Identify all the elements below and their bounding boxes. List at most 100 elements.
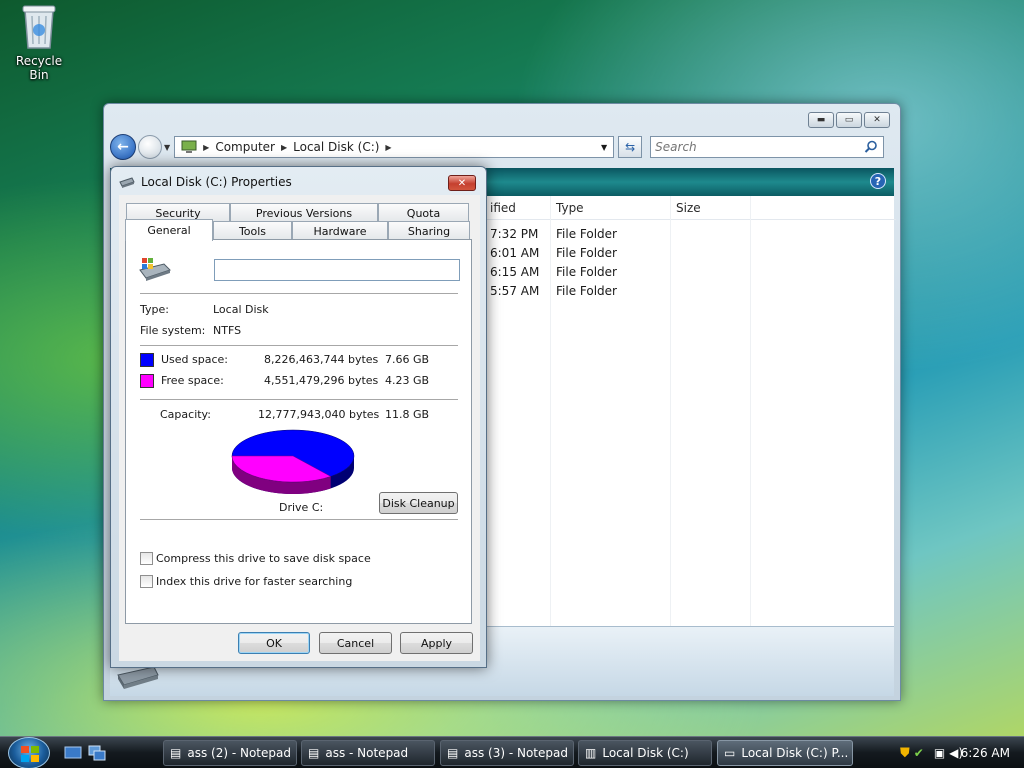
- forward-button[interactable]: [138, 135, 162, 159]
- close-icon: ✕: [457, 177, 467, 189]
- taskbar-item-local-disk-properties[interactable]: ▭ Local Disk (C:) P...: [717, 740, 853, 766]
- maximize-button[interactable]: ▭: [836, 112, 862, 128]
- search-box[interactable]: [650, 136, 885, 158]
- drive-icon: ▭: [724, 746, 736, 760]
- row-modified: 7:32 PM: [490, 226, 539, 241]
- back-arrow-icon: ←: [117, 139, 129, 155]
- taskbar-item-label: Local Disk (C:) P...: [741, 746, 849, 760]
- taskbar-item-label: ass (2) - Notepad: [187, 746, 291, 760]
- column-separator: [550, 196, 551, 626]
- tab-previous-versions[interactable]: Previous Versions: [230, 203, 378, 222]
- apply-button[interactable]: Apply: [400, 632, 473, 654]
- capacity-label: Capacity:: [160, 408, 211, 421]
- tab-general[interactable]: General: [125, 219, 213, 241]
- taskbar-item-notepad[interactable]: ▤ ass - Notepad: [301, 740, 435, 766]
- tab-hardware[interactable]: Hardware: [292, 221, 388, 240]
- taskbar-item-label: ass (3) - Notepad: [464, 746, 568, 760]
- column-type[interactable]: Type: [550, 196, 670, 220]
- windows-update-icon[interactable]: ✔: [914, 746, 924, 760]
- free-space-bytes: 4,551,479,296 bytes: [264, 374, 379, 387]
- taskbar-item-notepad-3[interactable]: ▤ ass (3) - Notepad: [440, 740, 574, 766]
- dialog-titlebar: Local Disk (C:) Properties: [119, 175, 292, 189]
- start-button[interactable]: [8, 737, 50, 768]
- capacity-gb: 11.8 GB: [385, 408, 430, 421]
- search-input[interactable]: [655, 140, 856, 154]
- search-icon[interactable]: [864, 140, 878, 154]
- security-shield-icon[interactable]: ⛊: [900, 746, 910, 761]
- used-space-bytes: 8,226,463,744 bytes: [264, 353, 379, 366]
- breadcrumb-computer[interactable]: Computer: [215, 140, 275, 154]
- column-empty: [750, 196, 896, 220]
- divider: [140, 345, 458, 346]
- minimize-button[interactable]: ▬: [808, 112, 834, 128]
- computer-icon: [181, 140, 197, 153]
- network-icon[interactable]: ▣: [934, 746, 945, 760]
- column-separator: [750, 196, 751, 626]
- drive-label-input[interactable]: [214, 259, 460, 281]
- taskbar: ▤ ass (2) - Notepad ▤ ass - Notepad ▤ as…: [0, 736, 1024, 768]
- help-icon[interactable]: ?: [870, 173, 886, 189]
- window-controls: ▬ ▭ ✕: [808, 112, 890, 128]
- dialog-close-button[interactable]: ✕: [448, 175, 476, 191]
- row-modified: 5:57 AM: [490, 283, 540, 298]
- divider: [140, 399, 458, 400]
- computer-icon: ▥: [585, 746, 597, 760]
- tab-tools[interactable]: Tools: [213, 221, 292, 240]
- taskbar-item-label: Local Disk (C:): [602, 746, 689, 760]
- drive-icon: [119, 177, 135, 188]
- windows-logo-icon: [21, 746, 39, 762]
- free-space-label: Free space:: [161, 374, 224, 387]
- cancel-button[interactable]: Cancel: [319, 632, 392, 654]
- history-dropdown-icon[interactable]: ▼: [164, 143, 170, 152]
- properties-dialog[interactable]: Local Disk (C:) Properties ✕ Security Pr…: [110, 166, 487, 668]
- navigation-bar: ← ▼ ▶ Computer ▶ Local Disk (C:) ▶ ▼ ⇆: [110, 132, 894, 162]
- file-system-value: NTFS: [213, 324, 242, 337]
- used-space-swatch: [140, 353, 154, 367]
- disk-cleanup-button[interactable]: Disk Cleanup: [379, 492, 458, 514]
- recycle-bin-icon: [22, 5, 56, 49]
- refresh-button[interactable]: ⇆: [618, 136, 643, 158]
- column-date-modified[interactable]: ified: [484, 196, 550, 220]
- dialog-body: Security Previous Versions Quota General…: [119, 195, 480, 661]
- divider: [140, 519, 458, 520]
- compress-drive-label[interactable]: Compress this drive to save disk space: [156, 552, 371, 565]
- used-space-gb: 7.66 GB: [385, 353, 430, 366]
- column-size[interactable]: Size: [670, 196, 750, 220]
- column-separator: [670, 196, 671, 626]
- show-desktop-icon[interactable]: [64, 745, 82, 761]
- recycle-bin-desktop-icon[interactable]: Recycle Bin: [6, 2, 72, 82]
- taskbar-item-notepad-2[interactable]: ▤ ass (2) - Notepad: [163, 740, 297, 766]
- address-bar[interactable]: ▶ Computer ▶ Local Disk (C:) ▶ ▼: [174, 136, 615, 158]
- row-modified: 6:01 AM: [490, 245, 540, 260]
- notepad-icon: ▤: [447, 746, 459, 760]
- close-button[interactable]: ✕: [864, 112, 890, 128]
- breadcrumb-local-disk[interactable]: Local Disk (C:): [293, 140, 379, 154]
- type-value: Local Disk: [213, 303, 269, 316]
- row-type: File Folder: [556, 283, 617, 298]
- notepad-icon: ▤: [308, 746, 320, 760]
- drive-windows-icon: [139, 258, 171, 281]
- switch-windows-icon[interactable]: [88, 745, 106, 761]
- breadcrumb-separator-icon[interactable]: ▶: [281, 143, 287, 152]
- tab-quota[interactable]: Quota: [378, 203, 469, 222]
- free-space-gb: 4.23 GB: [385, 374, 430, 387]
- dialog-title: Local Disk (C:) Properties: [141, 175, 292, 189]
- address-dropdown-icon[interactable]: ▼: [601, 143, 607, 152]
- refresh-icon: ⇆: [625, 140, 636, 154]
- taskbar-item-local-disk[interactable]: ▥ Local Disk (C:): [578, 740, 712, 766]
- index-drive-checkbox[interactable]: [140, 575, 153, 588]
- tab-sharing[interactable]: Sharing: [388, 221, 470, 240]
- breadcrumb-separator-icon[interactable]: ▶: [385, 143, 391, 152]
- back-button[interactable]: ←: [110, 134, 136, 160]
- free-space-swatch: [140, 374, 154, 388]
- row-type: File Folder: [556, 264, 617, 279]
- clock[interactable]: 6:26 AM: [961, 746, 1010, 760]
- compress-drive-checkbox[interactable]: [140, 552, 153, 565]
- notepad-icon: ▤: [170, 746, 182, 760]
- ok-button[interactable]: OK: [238, 632, 310, 654]
- index-drive-label[interactable]: Index this drive for faster searching: [156, 575, 352, 588]
- breadcrumb-separator-icon[interactable]: ▶: [203, 143, 209, 152]
- type-label: Type:: [140, 303, 169, 316]
- drive-caption: Drive C:: [279, 501, 324, 514]
- capacity-bytes: 12,777,943,040 bytes: [258, 408, 380, 421]
